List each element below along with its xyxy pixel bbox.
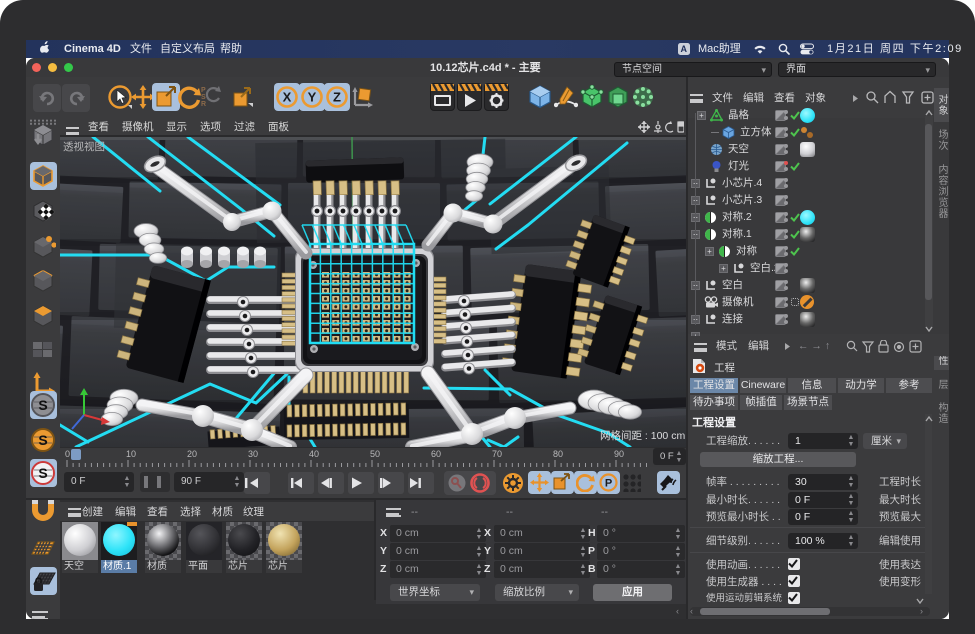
- svg-text:Z: Z: [333, 90, 341, 105]
- svg-text:Y: Y: [308, 90, 317, 105]
- svg-text:S: S: [38, 432, 47, 448]
- svg-text:S: S: [201, 94, 206, 101]
- svg-text:S: S: [38, 465, 47, 481]
- svg-text:透视视图: 透视视图: [63, 140, 105, 153]
- svg-text:P: P: [605, 478, 612, 490]
- svg-text:X: X: [283, 90, 292, 105]
- svg-text:网格间距 : 100 cm: 网格间距 : 100 cm: [600, 429, 685, 442]
- svg-text:S: S: [38, 397, 47, 413]
- svg-text:P: P: [201, 87, 206, 94]
- svg-text:R: R: [201, 101, 206, 108]
